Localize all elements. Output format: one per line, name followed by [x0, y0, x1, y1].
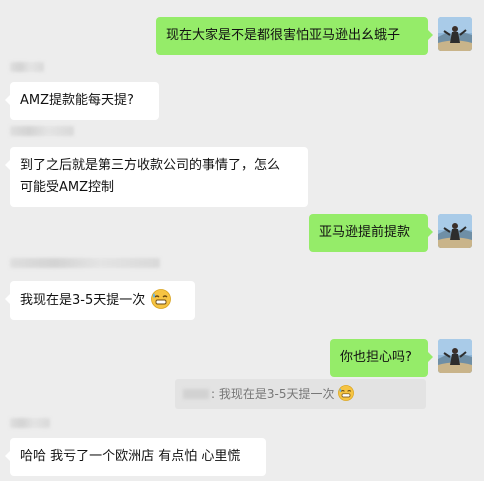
incoming-message-bubble[interactable]: 哈哈 我亏了一个欧洲店 有点怕 心里慌 [5, 438, 266, 476]
sender-name-blurred [10, 258, 160, 268]
incoming-message-bubble[interactable]: AMZ提款能每天提? [5, 82, 159, 120]
quoted-sender-blurred [183, 389, 209, 399]
avatar-image [438, 339, 472, 373]
outgoing-message-bubble[interactable]: 亚马逊提前提款 [309, 214, 433, 252]
message-text-line-2: 可能受AMZ控制 [20, 180, 115, 195]
outgoing-message-bubble[interactable]: 你也担心吗? [330, 339, 433, 377]
message-text: 哈哈 我亏了一个欧洲店 有点怕 心里慌 [20, 449, 241, 464]
my-avatar[interactable] [438, 214, 472, 248]
message-text: AMZ提款能每天提? [20, 93, 134, 108]
message-text: 亚马逊提前提款 [319, 225, 411, 240]
grimace-sweat-emoji [151, 289, 172, 309]
sender-name-blurred [10, 418, 50, 428]
my-avatar[interactable] [438, 17, 472, 51]
incoming-message-bubble[interactable]: 我现在是3-5天提一次 [5, 281, 195, 320]
quoted-text: : 我现在是3-5天提一次 [211, 387, 335, 401]
message-text: 你也担心吗? [340, 350, 412, 365]
sender-name-blurred [10, 126, 74, 136]
message-text-line-1: 到了之后就是第三方收款公司的事情了，怎么 [20, 158, 281, 173]
quoted-message-reference[interactable]: : 我现在是3-5天提一次 [175, 379, 426, 409]
outgoing-message-bubble[interactable]: 现在大家是不是都很害怕亚马逊出幺蛾子 [156, 17, 433, 55]
incoming-message-bubble[interactable]: 到了之后就是第三方收款公司的事情了，怎么 可能受AMZ控制 [5, 147, 308, 207]
my-avatar[interactable] [438, 339, 472, 373]
avatar-image [438, 17, 472, 51]
grimace-sweat-emoji [338, 385, 355, 401]
message-text: 现在大家是不是都很害怕亚马逊出幺蛾子 [166, 28, 401, 43]
message-text: 我现在是3-5天提一次 [20, 293, 146, 308]
avatar-image [438, 214, 472, 248]
sender-name-blurred [10, 62, 44, 72]
